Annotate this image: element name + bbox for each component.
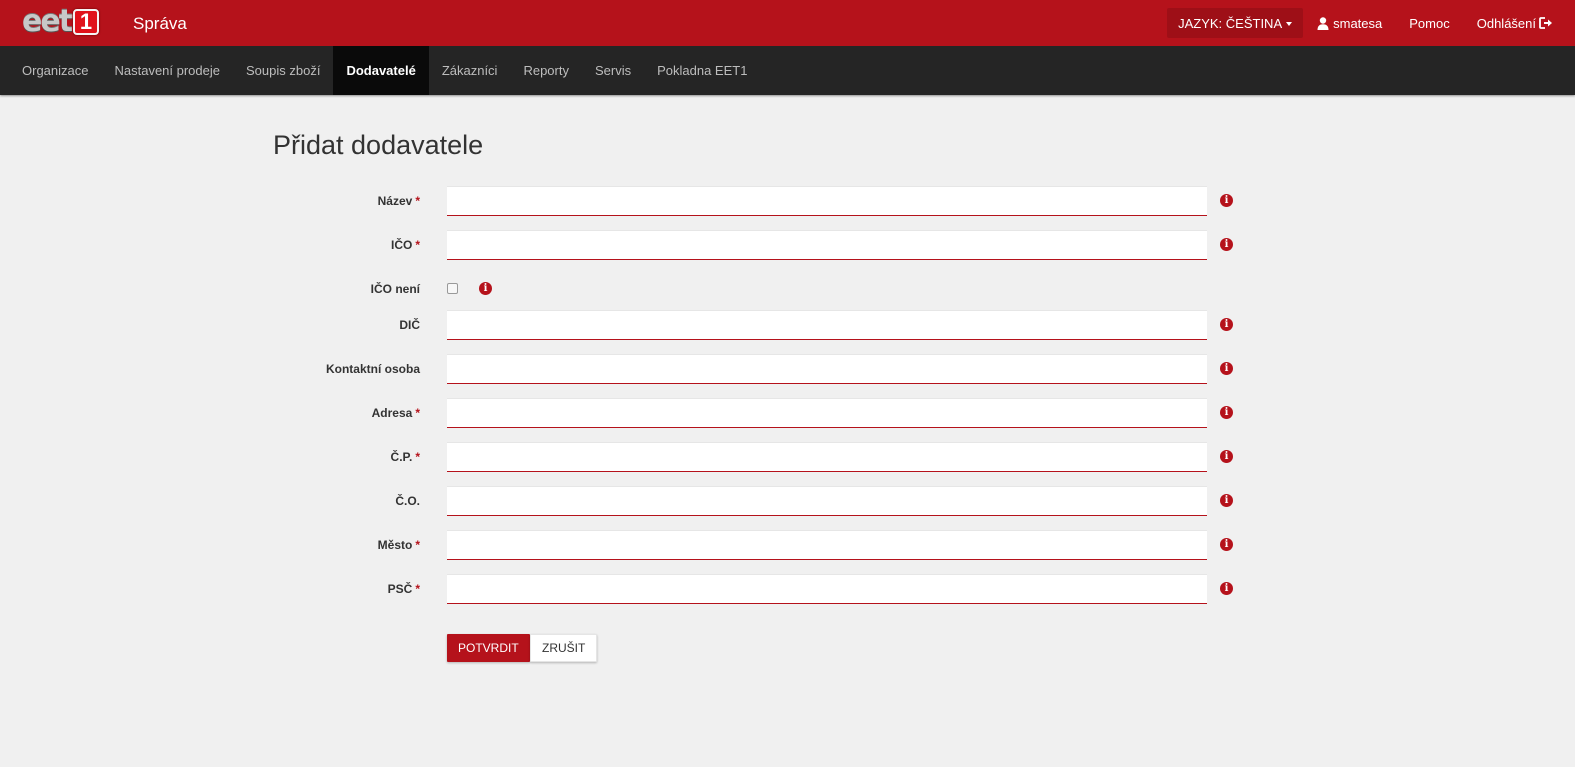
label-text: Č.O. (395, 494, 420, 508)
help-link[interactable]: Pomoc (1409, 16, 1449, 31)
label-text: Název (377, 194, 413, 208)
username: smatesa (1333, 15, 1383, 31)
ico-neni-checkbox[interactable] (447, 283, 458, 294)
required-marker: * (415, 582, 420, 596)
field-label-mesto: Město * (378, 530, 420, 560)
label-text: PSČ (387, 582, 413, 596)
user-link[interactable]: smatesa (1317, 16, 1382, 31)
cp-input[interactable] (447, 442, 1207, 472)
form-row-adresa: Adresa * i (0, 398, 1575, 430)
nav-item-soupis-zbozi[interactable]: Soupis zboží (233, 46, 333, 95)
field-label-dic: DIČ (399, 310, 420, 340)
caret-down-icon (1286, 21, 1293, 26)
form-row-cp: Č.P. * i (0, 442, 1575, 474)
eet1-logo[interactable]: eet 1 (22, 4, 100, 39)
top-bar: eet 1 Správa JAZYK: ČEŠTINA smatesa Pomoc… (0, 0, 1575, 46)
psc-input[interactable] (447, 574, 1207, 604)
sign-out-icon (1539, 17, 1552, 29)
main-navigation: Organizace Nastavení prodeje Soupis zbož… (0, 46, 1575, 95)
label-text: Č.P. (390, 450, 413, 464)
form-row-kontaktni-osoba: Kontaktní osoba i (0, 354, 1575, 386)
form-row-psc: PSČ * i (0, 574, 1575, 606)
mesto-input[interactable] (447, 530, 1207, 560)
required-marker: * (415, 538, 420, 552)
info-icon[interactable]: i (1220, 538, 1233, 551)
page-title: Přidat dodavatele (273, 130, 484, 160)
required-marker: * (415, 194, 420, 208)
user-icon (1317, 16, 1329, 30)
ico-input[interactable] (447, 230, 1207, 260)
nav-item-reporty[interactable]: Reporty (510, 46, 582, 95)
nav-item-pokladna-eet1[interactable]: Pokladna EET1 (644, 46, 760, 95)
form-row-ico-neni: IČO není i (0, 274, 1575, 306)
field-label-ico: IČO * (391, 230, 420, 260)
nav-item-dodavatele[interactable]: Dodavatelé (333, 46, 429, 95)
label-text: IČO není (370, 282, 420, 296)
label-text: Kontaktní osoba (325, 362, 420, 376)
logout-label: Odhlášení (1476, 15, 1536, 31)
adresa-input[interactable] (447, 398, 1207, 428)
required-marker: * (415, 238, 420, 252)
field-label-kontaktni-osoba: Kontaktní osoba (326, 354, 420, 384)
top-right-menu: JAZYK: ČEŠTINA smatesa Pomoc Odhlášení (1167, 0, 1575, 46)
info-icon[interactable]: i (1220, 238, 1233, 251)
form-actions: POTVRDIT ZRUŠIT (0, 634, 1575, 666)
logo-text: eet (22, 4, 73, 39)
label-text: Adresa (371, 406, 413, 420)
language-label: JAZYK: ČEŠTINA (1178, 15, 1283, 31)
required-marker: * (415, 406, 420, 420)
info-icon[interactable]: i (1220, 494, 1233, 507)
logo-badge: 1 (73, 9, 100, 35)
field-label-nazev: Název * (378, 186, 420, 216)
language-dropdown[interactable]: JAZYK: ČEŠTINA (1167, 8, 1304, 38)
info-icon[interactable]: i (1220, 318, 1233, 331)
dic-input[interactable] (447, 310, 1207, 340)
kontaktni-osoba-input[interactable] (447, 354, 1207, 384)
field-label-cp: Č.P. * (391, 442, 420, 472)
app-title[interactable]: Správa (133, 14, 187, 34)
form-row-mesto: Město * i (0, 530, 1575, 562)
form-row-dic: DIČ i (0, 310, 1575, 342)
info-icon[interactable]: i (479, 282, 492, 295)
info-icon[interactable]: i (1220, 194, 1233, 207)
nav-item-zakaznici[interactable]: Zákazníci (429, 46, 511, 95)
field-label-adresa: Adresa * (372, 398, 420, 428)
label-text: IČO (390, 238, 413, 252)
field-label-ico-neni: IČO není (371, 274, 420, 304)
info-icon[interactable]: i (1220, 450, 1233, 463)
form-row-ico: IČO * i (0, 230, 1575, 262)
label-text: Město (377, 538, 413, 552)
nav-item-organizace[interactable]: Organizace (9, 46, 101, 95)
co-input[interactable] (447, 486, 1207, 516)
field-label-psc: PSČ * (388, 574, 420, 604)
nazev-input[interactable] (447, 186, 1207, 216)
info-icon[interactable]: i (1220, 406, 1233, 419)
nav-item-servis[interactable]: Servis (582, 46, 644, 95)
info-icon[interactable]: i (1220, 582, 1233, 595)
cancel-button[interactable]: ZRUŠIT (530, 634, 598, 662)
submit-button[interactable]: POTVRDIT (447, 634, 530, 662)
required-marker: * (415, 450, 420, 464)
field-label-co: Č.O. (395, 486, 420, 516)
info-icon[interactable]: i (1220, 362, 1233, 375)
nav-item-nastaveni-prodeje[interactable]: Nastavení prodeje (101, 46, 233, 95)
logout-link[interactable]: Odhlášení (1477, 16, 1553, 31)
label-text: DIČ (399, 318, 420, 332)
form-row-co: Č.O. i (0, 486, 1575, 518)
form-row-nazev: Název * i (0, 186, 1575, 218)
